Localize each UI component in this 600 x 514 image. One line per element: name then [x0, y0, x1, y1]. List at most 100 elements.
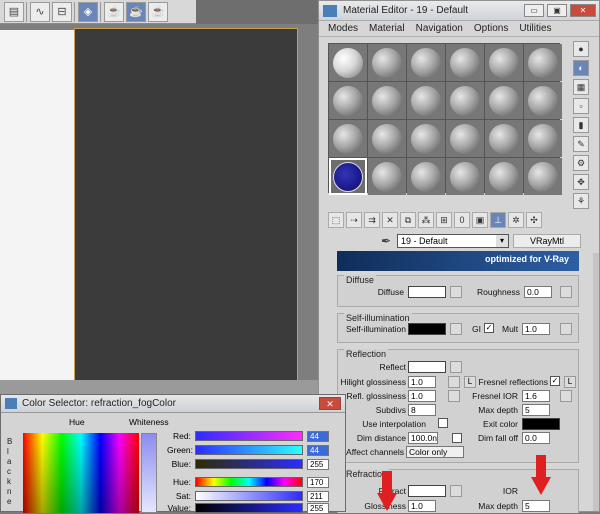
menu-material[interactable]: Material [369, 23, 405, 34]
curve-editor-icon[interactable]: ∿ [30, 1, 50, 22]
dim-fall-off-spinner[interactable]: 0.0 [522, 432, 550, 444]
material-sample-slot[interactable] [485, 44, 523, 81]
material-sample-slot[interactable] [524, 44, 562, 81]
green-spinner[interactable]: 44 [307, 445, 329, 456]
blue-spinner[interactable]: 255 [307, 459, 329, 470]
reset-map-icon[interactable]: ✕ [382, 212, 398, 228]
reflect-map-button[interactable] [450, 361, 462, 373]
material-sample-slot[interactable] [329, 120, 367, 157]
material-type-button[interactable]: VRayMtl [513, 234, 581, 248]
material-id-icon[interactable]: 0 [454, 212, 470, 228]
self-illumination-map-button[interactable] [450, 323, 462, 335]
make-unique-icon[interactable]: ⁂ [418, 212, 434, 228]
material-sample-slot[interactable] [446, 120, 484, 157]
color-selector-close-button[interactable]: ✕ [319, 397, 341, 410]
material-sample-slot[interactable] [446, 44, 484, 81]
refract-map-button[interactable] [450, 485, 462, 497]
menu-options[interactable]: Options [474, 23, 508, 34]
render-activeshade-icon[interactable]: ☕ [148, 1, 168, 22]
sat-slider[interactable] [195, 491, 303, 501]
sample-type-icon[interactable]: ● [573, 41, 589, 57]
material-sample-slot[interactable] [446, 158, 484, 195]
put-to-library-icon[interactable]: ⊞ [436, 212, 452, 228]
material-sample-slot[interactable] [485, 120, 523, 157]
put-to-scene-icon[interactable]: ⇢ [346, 212, 362, 228]
refl-glossiness-spinner[interactable]: 1.0 [408, 390, 436, 402]
refraction-max-depth-spinner[interactable]: 5 [522, 500, 550, 512]
hue-spinner[interactable]: 170 [307, 477, 329, 488]
glossiness-spinner[interactable]: 1.0 [408, 500, 436, 512]
affect-channels-dropdown[interactable]: Color only [406, 446, 464, 458]
material-sample-slot[interactable] [524, 82, 562, 119]
hue-spectrum[interactable] [23, 433, 139, 513]
hue-slider[interactable] [195, 477, 303, 487]
red-slider[interactable] [195, 431, 303, 441]
background-icon[interactable]: ▦ [573, 79, 589, 95]
self-illumination-color-swatch[interactable] [408, 323, 446, 335]
gi-checkbox[interactable]: ✓ [484, 323, 494, 333]
render-setup-icon[interactable]: ▤ [4, 1, 24, 22]
use-interpolation-checkbox[interactable] [438, 418, 448, 428]
material-sample-slot[interactable] [329, 82, 367, 119]
menu-modes[interactable]: Modes [328, 23, 358, 34]
schematic-view-icon[interactable]: ⊟ [52, 1, 72, 22]
get-material-icon[interactable]: ⬚ [328, 212, 344, 228]
material-sample-slot[interactable] [329, 158, 367, 195]
mult-map-button[interactable] [560, 323, 572, 335]
blue-slider[interactable] [195, 459, 303, 469]
material-sample-slot[interactable] [407, 44, 445, 81]
material-editor-icon[interactable]: ◈ [78, 1, 98, 22]
value-spinner[interactable]: 255 [307, 503, 329, 514]
assign-to-selection-icon[interactable]: ⇉ [364, 212, 380, 228]
close-button[interactable]: ✕ [570, 4, 596, 17]
material-sample-slot[interactable] [407, 120, 445, 157]
material-sample-slot[interactable] [524, 120, 562, 157]
hilight-glossiness-spinner[interactable]: 1.0 [408, 376, 436, 388]
green-slider[interactable] [195, 445, 303, 455]
material-sample-slot[interactable] [368, 158, 406, 195]
exit-color-swatch[interactable] [522, 418, 560, 430]
go-forward-sibling-icon[interactable]: ✣ [526, 212, 542, 228]
show-map-icon[interactable]: ▣ [472, 212, 488, 228]
material-sample-slot[interactable] [485, 158, 523, 195]
rollout-scrollbar[interactable] [593, 253, 599, 511]
select-by-material-icon[interactable]: ✥ [573, 174, 589, 190]
copy-material-icon[interactable]: ⧉ [400, 212, 416, 228]
roughness-map-button[interactable] [560, 286, 572, 298]
show-end-result-icon[interactable]: ⊥ [490, 212, 506, 228]
color-selector-titlebar[interactable]: Color Selector: refraction_fogColor ✕ [1, 395, 345, 413]
material-sample-slot[interactable] [368, 44, 406, 81]
make-preview-icon[interactable]: ✎ [573, 136, 589, 152]
eyedropper-icon[interactable]: ✒ [379, 234, 393, 248]
red-spinner[interactable]: 44 [307, 431, 329, 442]
dim-distance-spinner[interactable]: 100.0n [408, 432, 438, 444]
material-sample-slot[interactable] [446, 82, 484, 119]
go-to-parent-icon[interactable]: ✲ [508, 212, 524, 228]
material-sample-slot[interactable] [407, 82, 445, 119]
hilight-map-button[interactable] [448, 376, 460, 388]
mult-spinner[interactable]: 1.0 [522, 323, 550, 335]
restore-button[interactable]: ▣ [547, 4, 567, 17]
fresnel-lock-button[interactable]: L [564, 376, 576, 388]
whiteness-slider[interactable] [141, 433, 157, 513]
max-depth-spinner[interactable]: 5 [522, 404, 550, 416]
material-name-field[interactable]: 19 - Default [397, 234, 509, 248]
menu-navigation[interactable]: Navigation [416, 23, 463, 34]
render-frame-icon[interactable]: ☕ [104, 1, 124, 22]
reflect-color-swatch[interactable] [408, 361, 446, 373]
fresnel-ior-map-button[interactable] [560, 390, 572, 402]
menu-utilities[interactable]: Utilities [519, 23, 551, 34]
material-sample-slot[interactable] [485, 82, 523, 119]
subdivs-spinner[interactable]: 8 [408, 404, 436, 416]
options-icon[interactable]: ⚙ [573, 155, 589, 171]
fresnel-reflections-checkbox[interactable]: ✓ [550, 376, 560, 386]
material-sample-slot[interactable] [329, 44, 367, 81]
material-sample-slot[interactable] [368, 82, 406, 119]
backlight-icon[interactable]: ◐ [573, 60, 589, 76]
refract-color-swatch[interactable] [408, 485, 446, 497]
fresnel-ior-spinner[interactable]: 1.6 [522, 390, 550, 402]
material-sample-slot[interactable] [407, 158, 445, 195]
material-sample-slot[interactable] [368, 120, 406, 157]
sat-spinner[interactable]: 211 [307, 491, 329, 502]
diffuse-color-swatch[interactable] [408, 286, 446, 298]
